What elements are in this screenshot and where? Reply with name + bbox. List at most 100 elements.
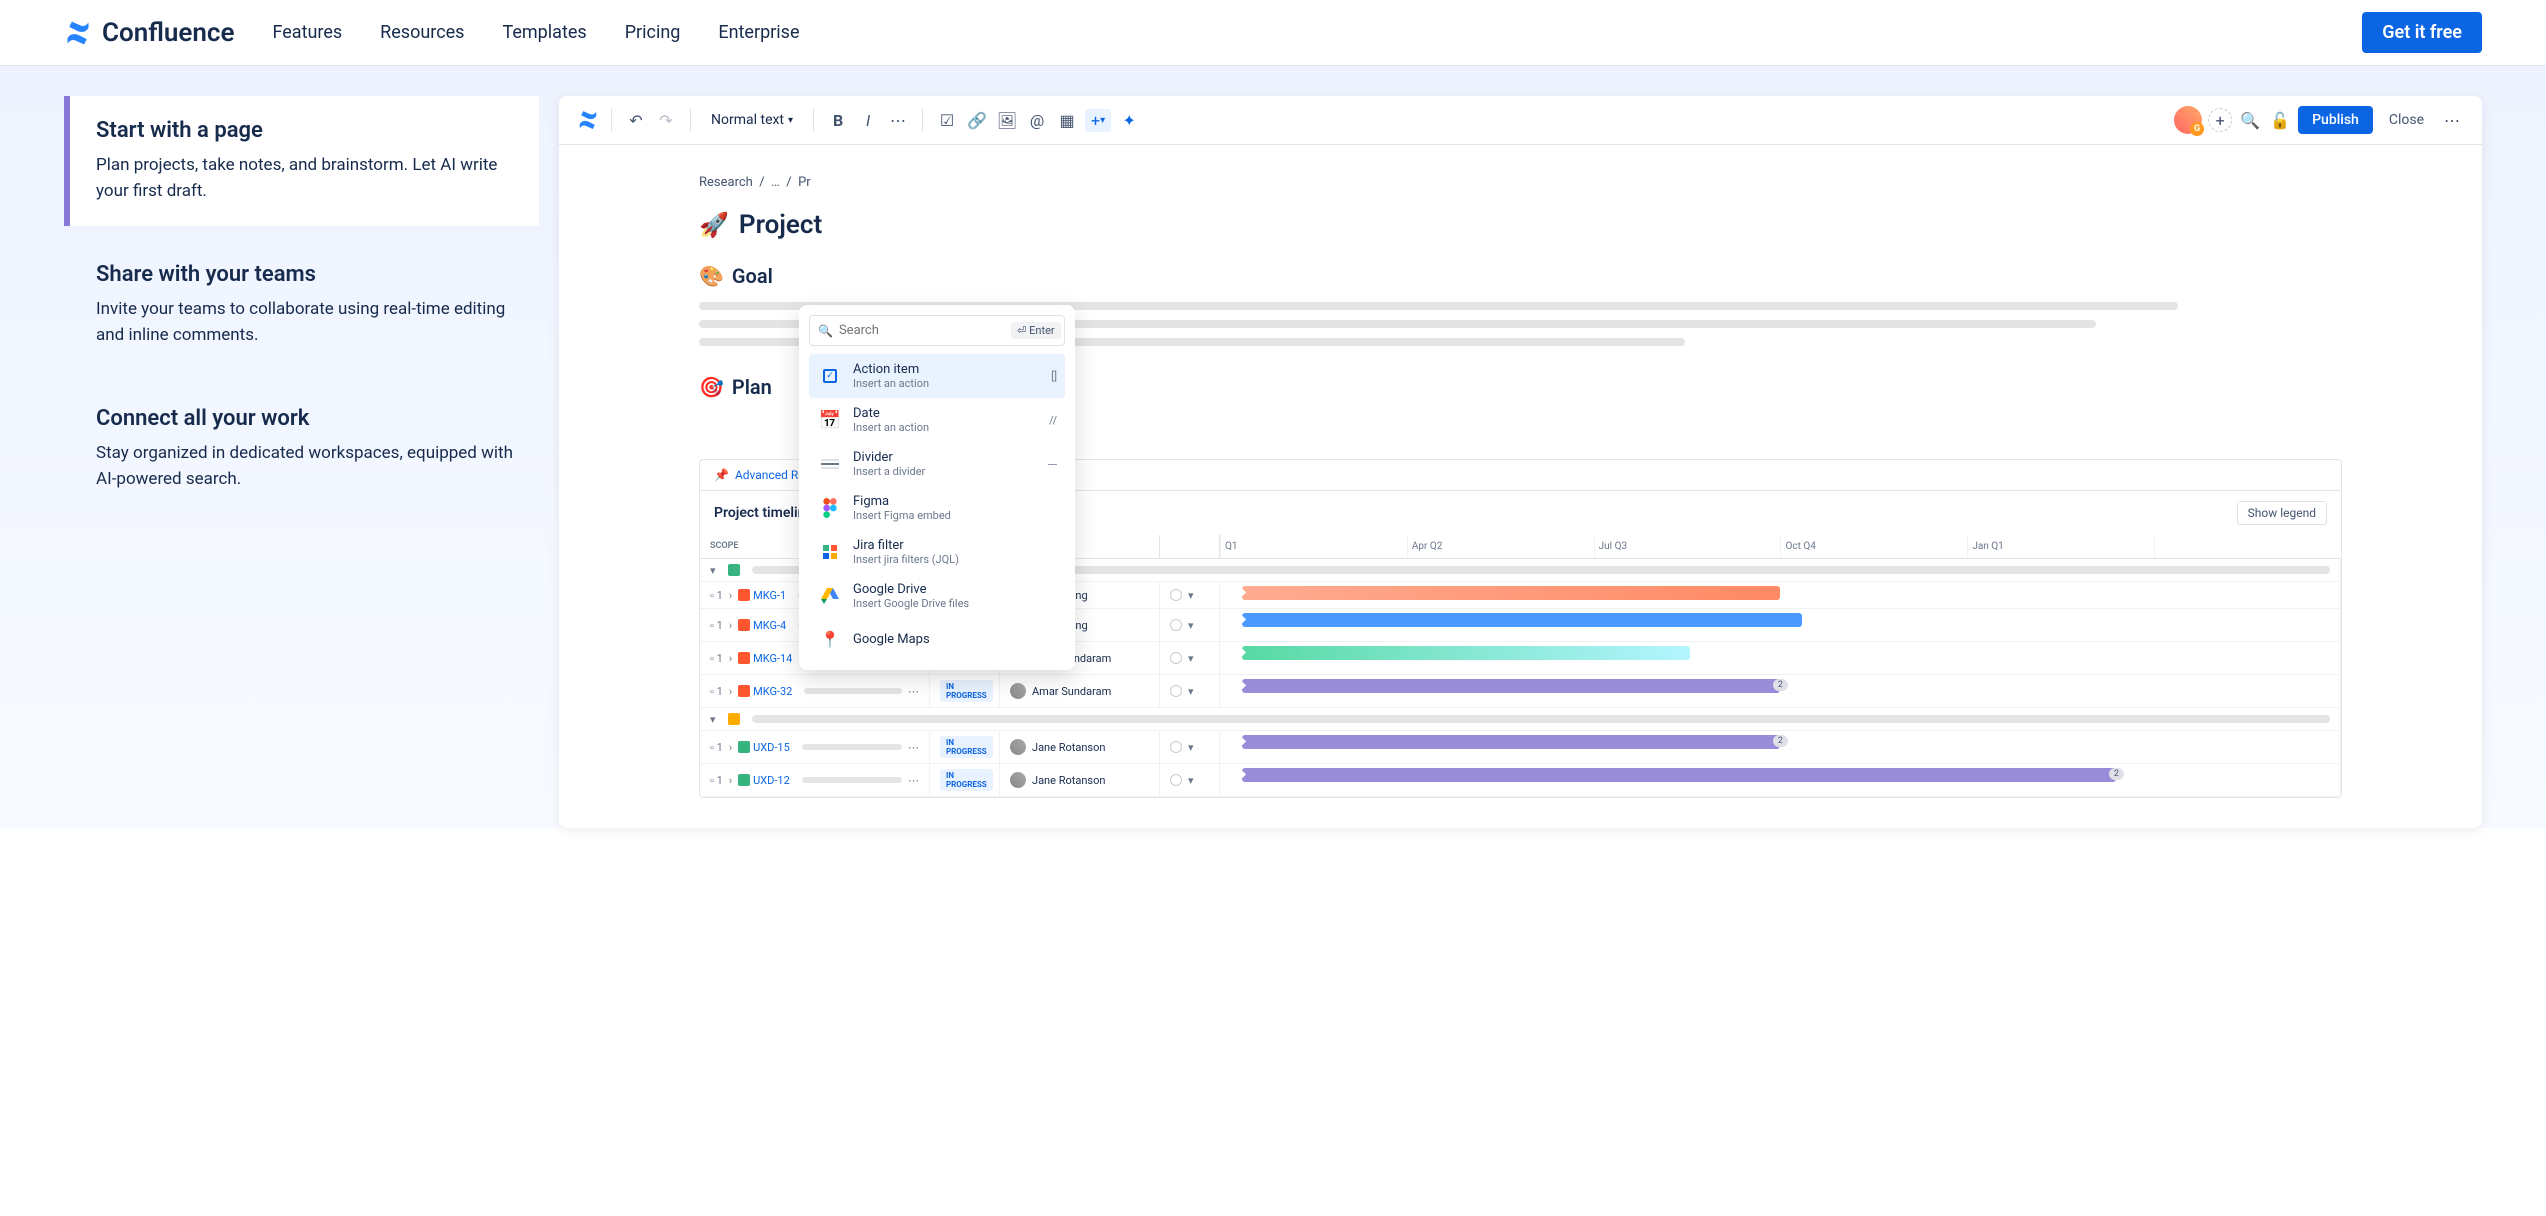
group-row[interactable]: ▾ (700, 708, 2341, 731)
status-cell[interactable]: IN PROGRESS (930, 731, 1000, 764)
actions-cell[interactable]: ▾ (1160, 642, 1220, 675)
slash-item-date[interactable]: 📅DateInsert an action// (809, 398, 1065, 442)
tab-title: Start with a page (96, 118, 513, 143)
tab-title: Share with your teams (96, 262, 513, 287)
tab-desc: Invite your teams to collaborate using r… (96, 297, 513, 348)
bold-icon[interactable]: B (826, 108, 850, 132)
get-free-button[interactable]: Get it free (2362, 12, 2482, 53)
italic-icon[interactable]: I (856, 108, 880, 132)
tab-connect-work[interactable]: Connect all your work Stay organized in … (64, 384, 539, 514)
top-nav: Confluence Features Resources Templates … (0, 0, 2546, 66)
actions-cell[interactable]: ▾ (1160, 764, 1220, 797)
nav-enterprise[interactable]: Enterprise (718, 22, 799, 43)
nav-resources[interactable]: Resources (380, 22, 464, 43)
circle-icon (1170, 619, 1182, 631)
pin-icon: 📌 (714, 468, 729, 482)
chevron-down-icon: ▾ (1188, 774, 1200, 786)
restrictions-icon[interactable]: 🔓 (2268, 108, 2292, 132)
group-icon (728, 564, 740, 576)
gantt-bar[interactable]: ◆ (1242, 586, 1780, 600)
checkbox-icon: ✓ (817, 363, 843, 389)
nav-templates[interactable]: Templates (502, 22, 586, 43)
timeline-cell[interactable]: ◆ (1220, 609, 2341, 642)
tab-share-teams[interactable]: Share with your teams Invite your teams … (64, 240, 539, 370)
gantt-bar[interactable]: 2◆ (1242, 679, 1780, 693)
undo-icon[interactable]: ↶ (624, 108, 648, 132)
user-avatar[interactable]: G (2174, 106, 2202, 134)
more-format-icon[interactable]: ⋯ (886, 108, 910, 132)
nav-links: Features Resources Templates Pricing Ent… (272, 22, 799, 43)
app-icon (577, 109, 599, 131)
actions-cell[interactable]: ▾ (1160, 675, 1220, 708)
show-legend-button[interactable]: Show legend (2237, 501, 2327, 525)
paint-icon: 🎨 (699, 264, 724, 288)
search-icon[interactable]: 🔍 (2238, 108, 2262, 132)
ai-sparkle-icon[interactable]: ✦ (1117, 108, 1141, 132)
circle-icon (1170, 685, 1182, 697)
enter-hint: ⏎ Enter (1011, 322, 1061, 339)
gantt-bar[interactable]: 2◆ (1242, 735, 1780, 749)
gantt-bar[interactable]: 2◆ (1242, 768, 2116, 782)
timeline-cell[interactable]: 2◆ (1220, 731, 2341, 764)
assignee-cell[interactable]: Jane Rotanson (1000, 764, 1160, 797)
actions-cell[interactable]: ▾ (1160, 731, 1220, 764)
brand-name: Confluence (102, 18, 234, 48)
timeline-cell[interactable]: 2◆ (1220, 675, 2341, 708)
tab-desc: Stay organized in dedicated workspaces, … (96, 441, 513, 492)
more-actions-icon[interactable]: ⋯ (2440, 108, 2464, 132)
slash-item-google-drive[interactable]: Google DriveInsert Google Drive files (809, 574, 1065, 618)
page-title[interactable]: 🚀 Project (699, 210, 2342, 240)
text-style-dropdown[interactable]: Normal text ▾ (703, 108, 801, 132)
image-icon[interactable]: 🖼 (995, 108, 1019, 132)
circle-icon (1170, 589, 1182, 601)
editor-toolbar: ↶ ↷ Normal text ▾ B I ⋯ ☑ 🔗 🖼 @ ▦ + ▾ ✦ … (559, 96, 2482, 145)
calendar-icon: 📅 (817, 407, 843, 433)
publish-button[interactable]: Publish (2298, 106, 2373, 134)
mention-icon[interactable]: @ (1025, 108, 1049, 132)
chevron-down-icon: ▾ (1188, 652, 1200, 664)
avatar-icon (1010, 772, 1026, 788)
group-icon (728, 713, 740, 725)
editor-preview: ↶ ↷ Normal text ▾ B I ⋯ ☑ 🔗 🖼 @ ▦ + ▾ ✦ … (559, 96, 2482, 828)
slash-search[interactable]: 🔍 ⏎ Enter (809, 315, 1065, 346)
actions-cell[interactable]: ▾ (1160, 609, 1220, 642)
assignee-cell[interactable]: Jane Rotanson (1000, 731, 1160, 764)
timeline-cell[interactable]: 2◆ (1220, 764, 2341, 797)
close-button[interactable]: Close (2379, 106, 2434, 134)
nav-pricing[interactable]: Pricing (625, 22, 681, 43)
slash-item-jira-filter[interactable]: Jira filterInsert jira filters (JQL) (809, 530, 1065, 574)
add-person-icon[interactable]: + (2208, 108, 2232, 132)
table-icon[interactable]: ▦ (1055, 108, 1079, 132)
breadcrumb[interactable]: Research / … / Pr (699, 175, 2342, 190)
scope-cell[interactable]: ▫ 1 › UXD-12⋯ (700, 764, 930, 797)
gantt-bar[interactable]: ◆ (1242, 646, 1690, 660)
slash-item-action-item[interactable]: ✓Action itemInsert an action[] (809, 354, 1065, 398)
status-cell[interactable]: IN PROGRESS (930, 675, 1000, 708)
search-icon: 🔍 (818, 324, 833, 338)
nav-features[interactable]: Features (272, 22, 342, 43)
slash-search-input[interactable] (839, 323, 1005, 338)
section-goal: 🎨 Goal (699, 264, 2342, 288)
figma-icon (817, 495, 843, 521)
assignee-cell[interactable]: Amar Sundaram (1000, 675, 1160, 708)
gantt-bar[interactable]: ◆ (1242, 613, 1802, 627)
redo-icon[interactable]: ↷ (654, 108, 678, 132)
actions-cell[interactable]: ▾ (1160, 582, 1220, 609)
timeline-cell[interactable]: ◆ (1220, 582, 2341, 609)
slash-item-divider[interactable]: DividerInsert a divider--- (809, 442, 1065, 486)
insert-plus-dropdown[interactable]: + ▾ (1085, 109, 1111, 132)
tab-start-page[interactable]: Start with a page Plan projects, take no… (64, 96, 539, 226)
scope-cell[interactable]: ▫ 1 › UXD-15⋯ (700, 731, 930, 764)
timeline-header: Q1Apr Q2Jul Q3Oct Q4Jan Q1 (1220, 535, 2341, 559)
scope-cell[interactable]: ▫ 1 › MKG-32⋯ (700, 675, 930, 708)
chevron-down-icon: ▾ (1188, 589, 1200, 601)
link-icon[interactable]: 🔗 (965, 108, 989, 132)
action-item-icon[interactable]: ☑ (935, 108, 959, 132)
timeline-cell[interactable]: ◆ (1220, 642, 2341, 675)
status-cell[interactable]: IN PROGRESS (930, 764, 1000, 797)
brand-logo[interactable]: Confluence (64, 18, 234, 48)
slash-item-google-maps[interactable]: 📍Google Maps (809, 618, 1065, 660)
tab-title: Connect all your work (96, 406, 513, 431)
slash-item-figma[interactable]: FigmaInsert Figma embed (809, 486, 1065, 530)
chevron-down-icon: ▾ (1188, 619, 1200, 631)
